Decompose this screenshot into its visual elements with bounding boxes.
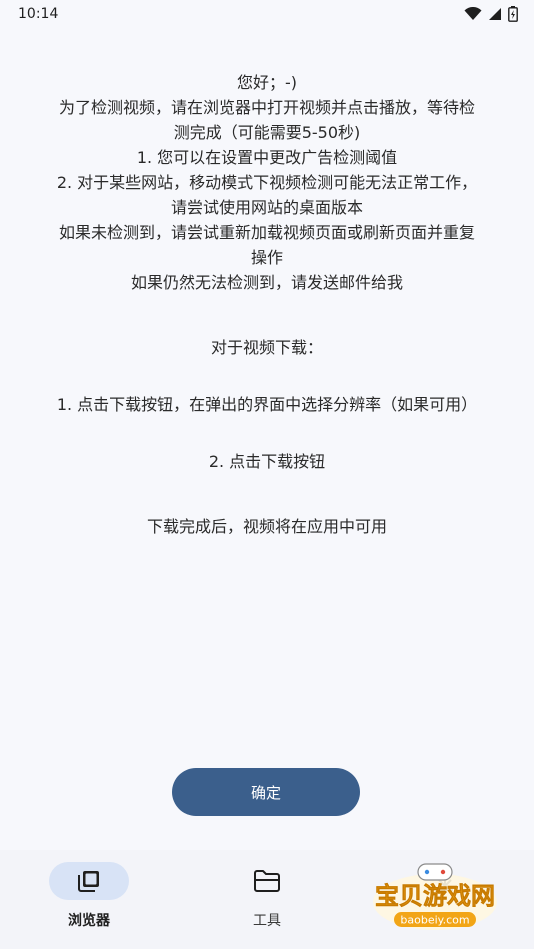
instruction-line: 如果仍然无法检测到，请发送邮件给我	[130, 273, 403, 292]
instructions-panel: 您好；-) 为了检测视频，请在浏览器中打开视频并点击播放，等待检 测完成（可能需…	[40, 70, 494, 539]
status-time: 10:14	[18, 6, 59, 22]
instruction-line: 测完成（可能需要5-50秒)	[173, 123, 361, 142]
instruction-line: 为了检测视频，请在浏览器中打开视频并点击播放，等待检	[58, 98, 475, 117]
wifi-icon	[464, 7, 482, 20]
signal-icon	[489, 8, 501, 20]
watermark-logo: 宝贝游戏网 baobeiy.com	[373, 863, 497, 930]
browser-tabs-icon	[78, 871, 99, 892]
instruction-line: 2. 对于某些网站，移动模式下视频检测可能无法正常工作，	[56, 173, 478, 192]
watermark-url: baobeiy.com	[400, 914, 469, 927]
status-icons	[464, 6, 518, 22]
nav-label-tools: 工具	[253, 913, 281, 929]
confirm-button[interactable]: 确定	[172, 768, 360, 816]
instruction-line: 操作	[250, 248, 283, 267]
watermark-title: 宝贝游戏网	[375, 882, 495, 910]
folder-icon	[254, 870, 280, 892]
download-done-note: 下载完成后，视频将在应用中可用	[146, 517, 387, 536]
nav-item-tools[interactable]: 工具	[207, 862, 327, 930]
download-step-2: 2. 点击下载按钮	[208, 452, 326, 471]
instruction-line: 如果未检测到，请尝试重新加载视频页面或刷新页面并重复	[58, 223, 475, 242]
status-bar: 10:14	[0, 0, 534, 32]
instruction-line: 请尝试使用网站的桌面版本	[170, 198, 363, 217]
nav-label-browser: 浏览器	[68, 913, 110, 929]
gamepad-icon	[417, 863, 453, 881]
instruction-line: 您好；-)	[236, 73, 298, 92]
download-step-1: 1. 点击下载按钮，在弹出的界面中选择分辨率（如果可用）	[56, 395, 478, 414]
battery-icon	[508, 6, 518, 22]
nav-item-browser[interactable]: 浏览器	[29, 862, 149, 930]
download-title: 对于视频下载：	[210, 338, 323, 357]
nav-icon-pill	[227, 862, 307, 900]
nav-icon-pill	[49, 862, 129, 900]
instruction-line: 1. 您可以在设置中更改广告检测阈值	[136, 148, 398, 167]
